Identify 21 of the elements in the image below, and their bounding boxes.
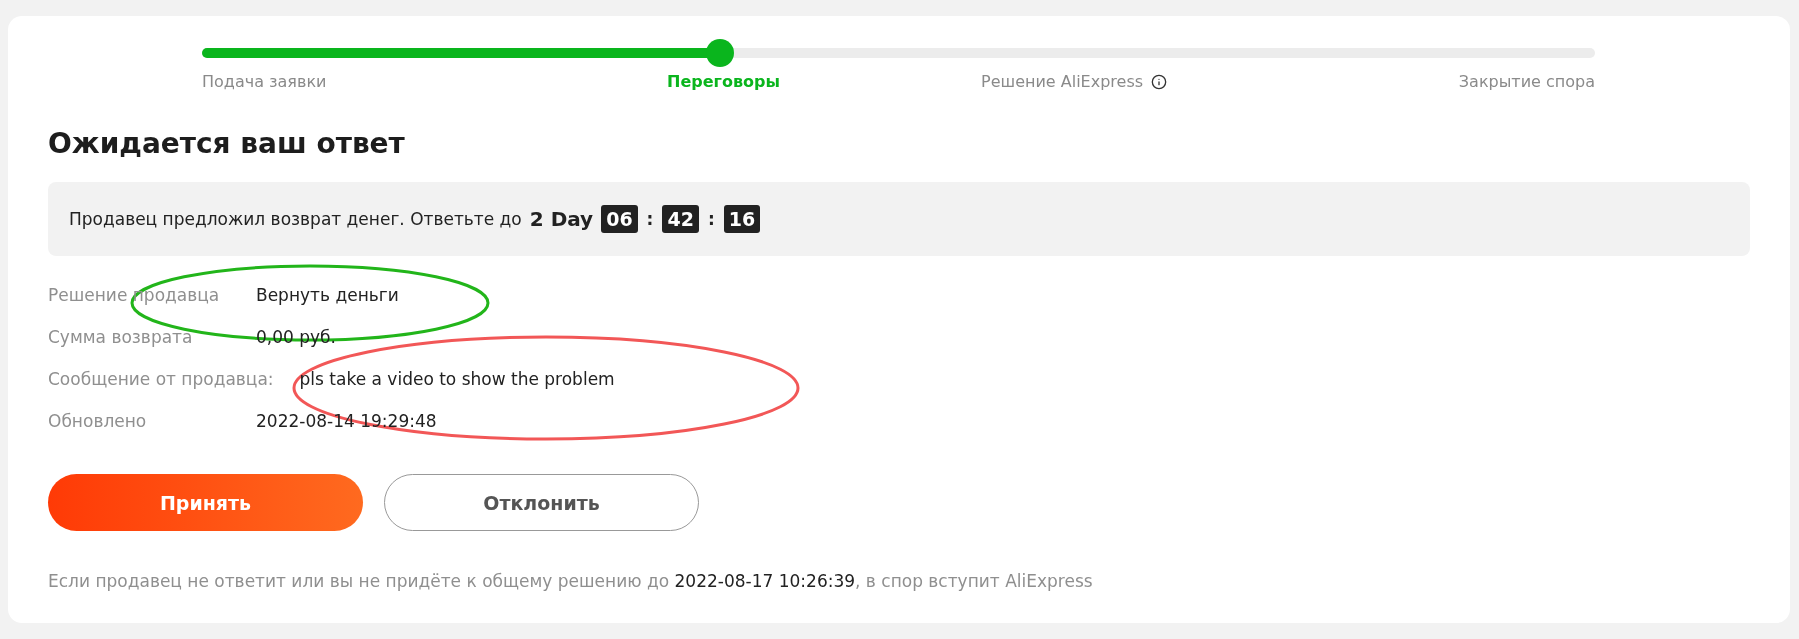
step-label: Закрытие спора xyxy=(1458,72,1595,91)
page-title: Ожидается ваш ответ xyxy=(48,127,406,160)
detail-value: 2022-08-14 19:29:48 xyxy=(256,410,437,432)
detail-value: Вернуть деньги xyxy=(256,284,399,306)
banner-text: Продавец предложил возврат денег. Ответьте до xyxy=(69,209,522,229)
detail-value: pls take a video to show the problem xyxy=(299,368,615,390)
deadline-note: Если продавец не ответит или вы не придёте к общему решению до 2022-08-17 10:26:39, в спор вступит AliExpress xyxy=(48,571,1094,591)
timer-digits: 42 xyxy=(662,205,699,233)
detail-label: Сообщение от продавца: xyxy=(48,368,274,390)
step-label: Решение AliExpress xyxy=(981,72,1168,91)
detail-label: Сумма возврата xyxy=(48,326,194,348)
step-label: Подача заявки xyxy=(202,72,327,91)
timer-separator: : xyxy=(707,209,715,229)
timer-digits: 16 xyxy=(723,205,761,233)
timer-separator: : xyxy=(646,209,654,229)
info-icon[interactable] xyxy=(1151,73,1168,90)
timer-digits: 06 xyxy=(601,205,638,233)
decline-button[interactable]: Отклонить xyxy=(384,474,699,531)
days-left: 2 Day xyxy=(529,207,594,231)
step-label: Переговоры xyxy=(667,72,780,91)
detail-label: Обновлено xyxy=(48,410,148,432)
